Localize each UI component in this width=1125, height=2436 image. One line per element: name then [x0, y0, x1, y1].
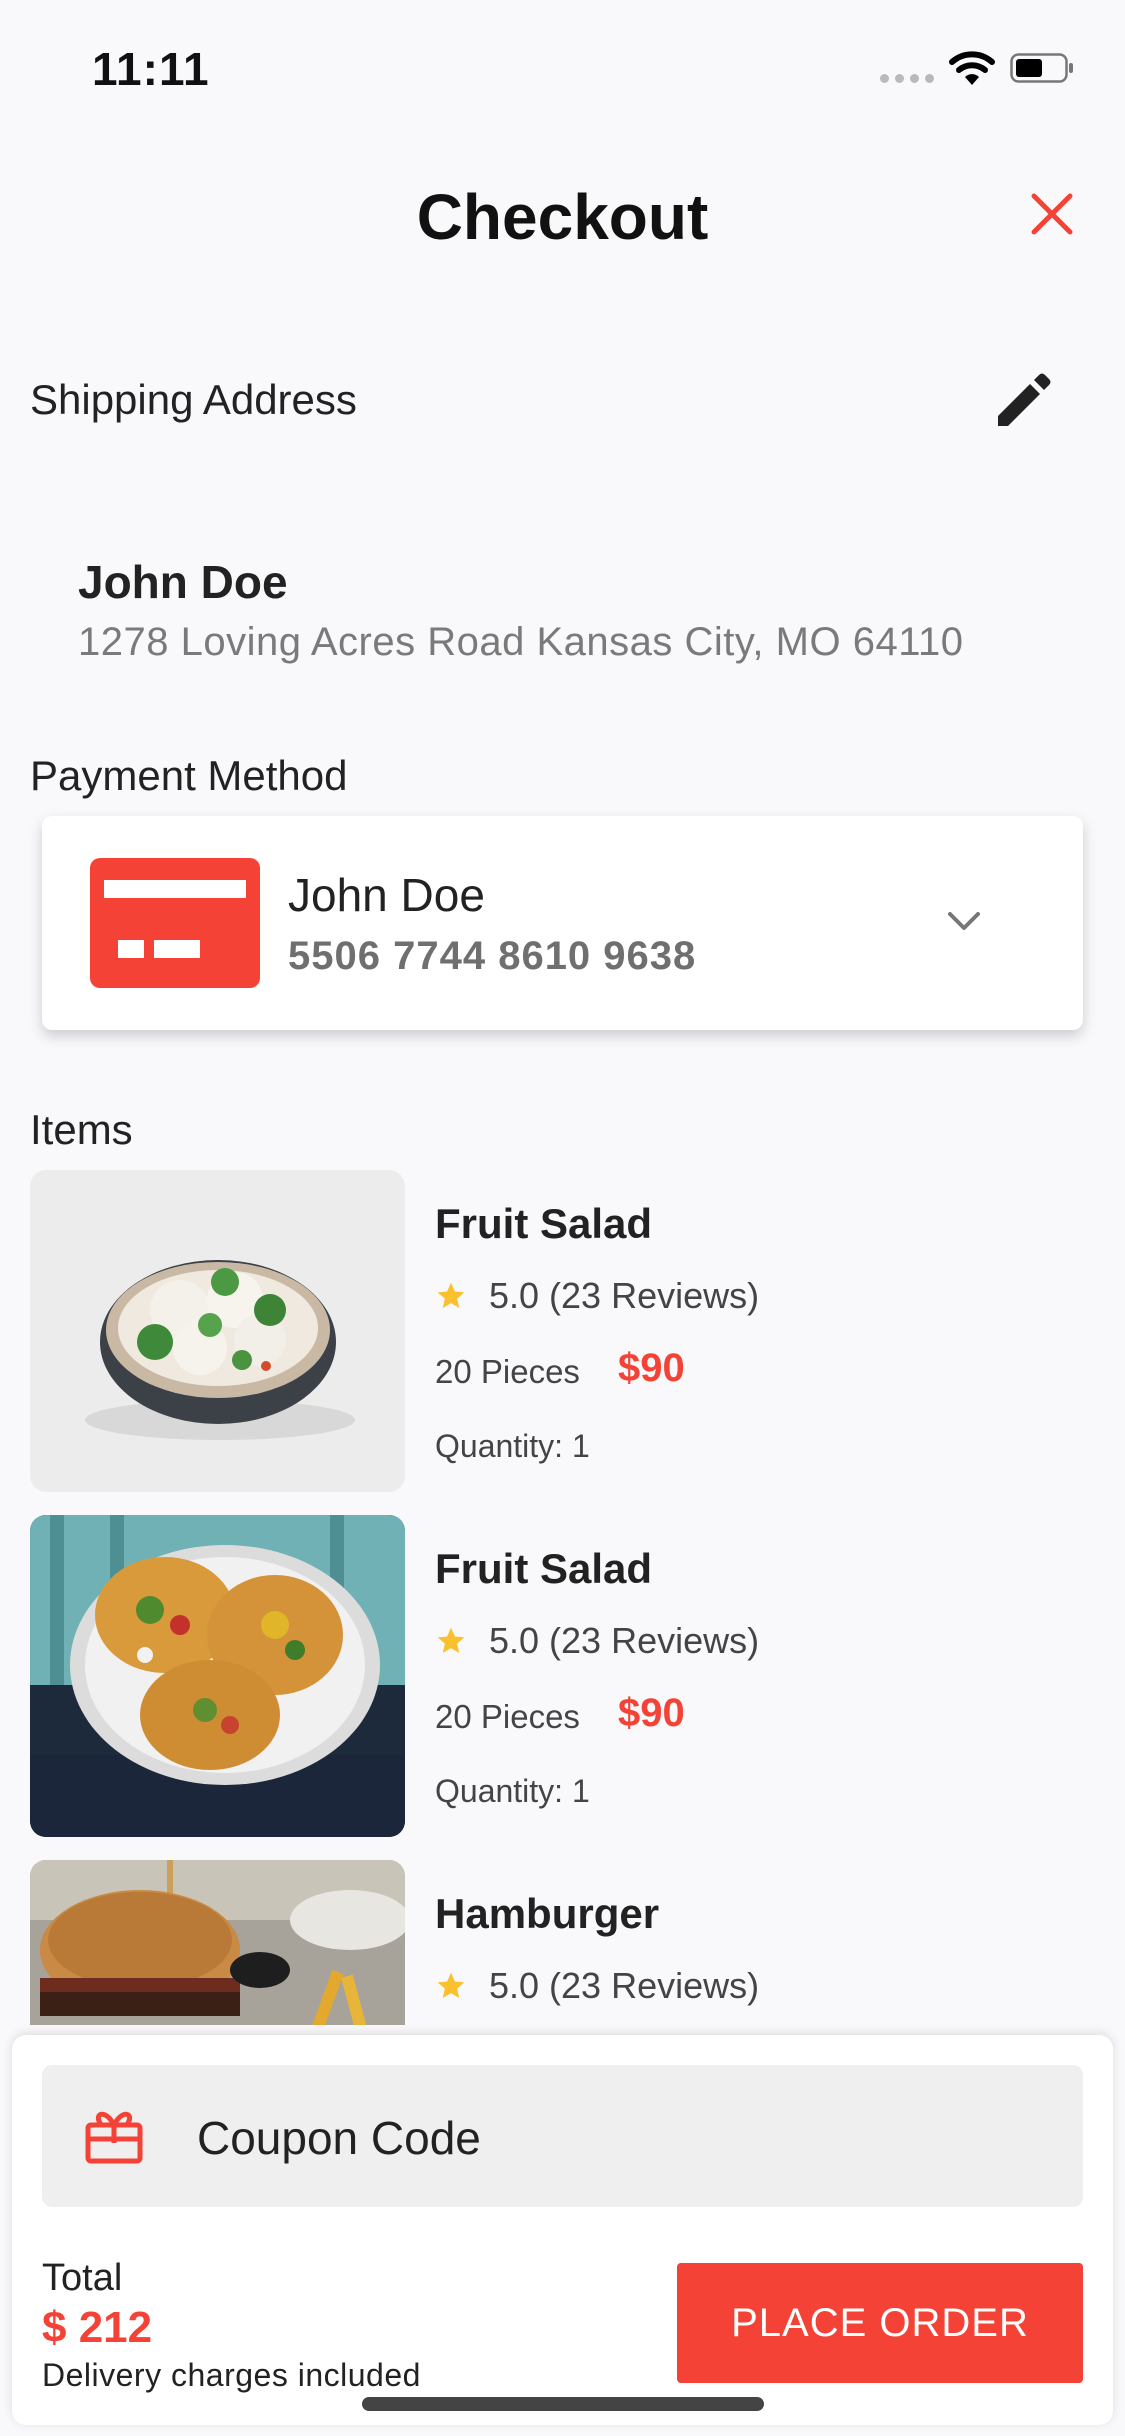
item-price: $90: [618, 1691, 685, 1735]
item-name: Hamburger: [435, 1890, 660, 1937]
star-icon: [437, 1282, 465, 1308]
item-price: $90: [618, 1346, 685, 1390]
cellular-signal-icon: [880, 74, 934, 83]
item-rating: 5.0 (23 Reviews): [435, 1620, 759, 1662]
place-order-button[interactable]: PLACE ORDER: [677, 2263, 1083, 2383]
coupon-placeholder: Coupon Code: [197, 2112, 481, 2164]
dumplings-bowl-photo: [30, 1170, 405, 1492]
list-item[interactable]: Fruit Salad 5.0 (23 Reviews) 20 Pieces $…: [30, 1515, 1090, 1837]
gift-icon: [85, 2111, 143, 2164]
rating-text: 5.0 (23 Reviews): [489, 1620, 760, 1661]
item-quantity: Quantity: 1: [435, 1428, 590, 1464]
home-indicator[interactable]: [362, 2397, 764, 2411]
battery-icon: [1010, 53, 1073, 83]
rating-text: 5.0 (23 Reviews): [489, 1965, 760, 2006]
page-title: Checkout: [416, 181, 709, 253]
wifi-icon: [949, 51, 995, 85]
edit-pencil-icon[interactable]: [992, 372, 1052, 432]
rating-text: 5.0 (23 Reviews): [489, 1275, 760, 1316]
chevron-down-icon[interactable]: [942, 898, 986, 942]
hamburger-photo: [30, 1860, 405, 2025]
item-name: Fruit Salad: [435, 1200, 653, 1247]
shipping-address-label: Shipping Address: [30, 376, 357, 423]
item-pieces: 20 Pieces: [435, 1698, 580, 1735]
credit-card-icon: [90, 858, 260, 988]
item-pieces: 20 Pieces: [435, 1353, 580, 1390]
items-list[interactable]: Fruit Salad 5.0 (23 Reviews) 20 Pieces $…: [0, 1160, 1125, 2025]
status-bar: 11:11: [0, 0, 1125, 135]
shipping-name: John Doe: [78, 556, 288, 608]
delivery-note: Delivery charges included: [42, 2357, 421, 2393]
item-rating: 5.0 (23 Reviews): [435, 1275, 759, 1317]
list-item[interactable]: Hamburger 5.0 (23 Reviews): [30, 1860, 1090, 2025]
status-time: 11:11: [92, 43, 210, 95]
list-item[interactable]: Fruit Salad 5.0 (23 Reviews) 20 Pieces $…: [30, 1170, 1090, 1492]
tacos-plate-photo: [30, 1515, 405, 1837]
checkout-summary-sheet: Coupon Code Total $ 212 Delivery charges…: [12, 2035, 1113, 2425]
payment-method-selector[interactable]: John Doe 5506 7744 8610 9638: [42, 816, 1083, 1030]
card-holder-name: John Doe: [288, 869, 485, 921]
card-number: 5506 7744 8610 9638: [288, 934, 697, 978]
star-icon: [437, 1627, 465, 1653]
shipping-address: 1278 Loving Acres Road Kansas City, MO 6…: [78, 620, 964, 664]
payment-method-label: Payment Method: [30, 752, 348, 799]
item-quantity: Quantity: 1: [435, 1773, 590, 1809]
total-amount: $ 212: [42, 2303, 153, 2352]
close-icon[interactable]: [1026, 188, 1078, 240]
coupon-code-field[interactable]: Coupon Code: [42, 2065, 1083, 2207]
total-label: Total: [42, 2257, 123, 2299]
items-label: Items: [30, 1106, 133, 1153]
star-icon: [437, 1972, 465, 1998]
item-rating: 5.0 (23 Reviews): [435, 1965, 759, 2007]
item-name: Fruit Salad: [435, 1545, 653, 1592]
